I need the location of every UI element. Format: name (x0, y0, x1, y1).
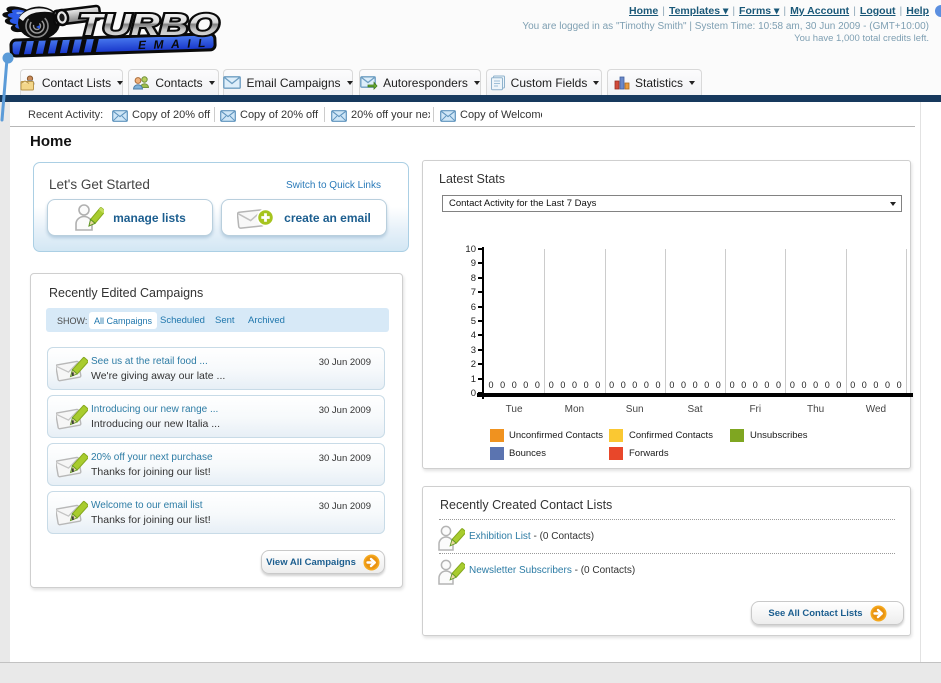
svg-text:TURBO: TURBO (78, 7, 219, 42)
